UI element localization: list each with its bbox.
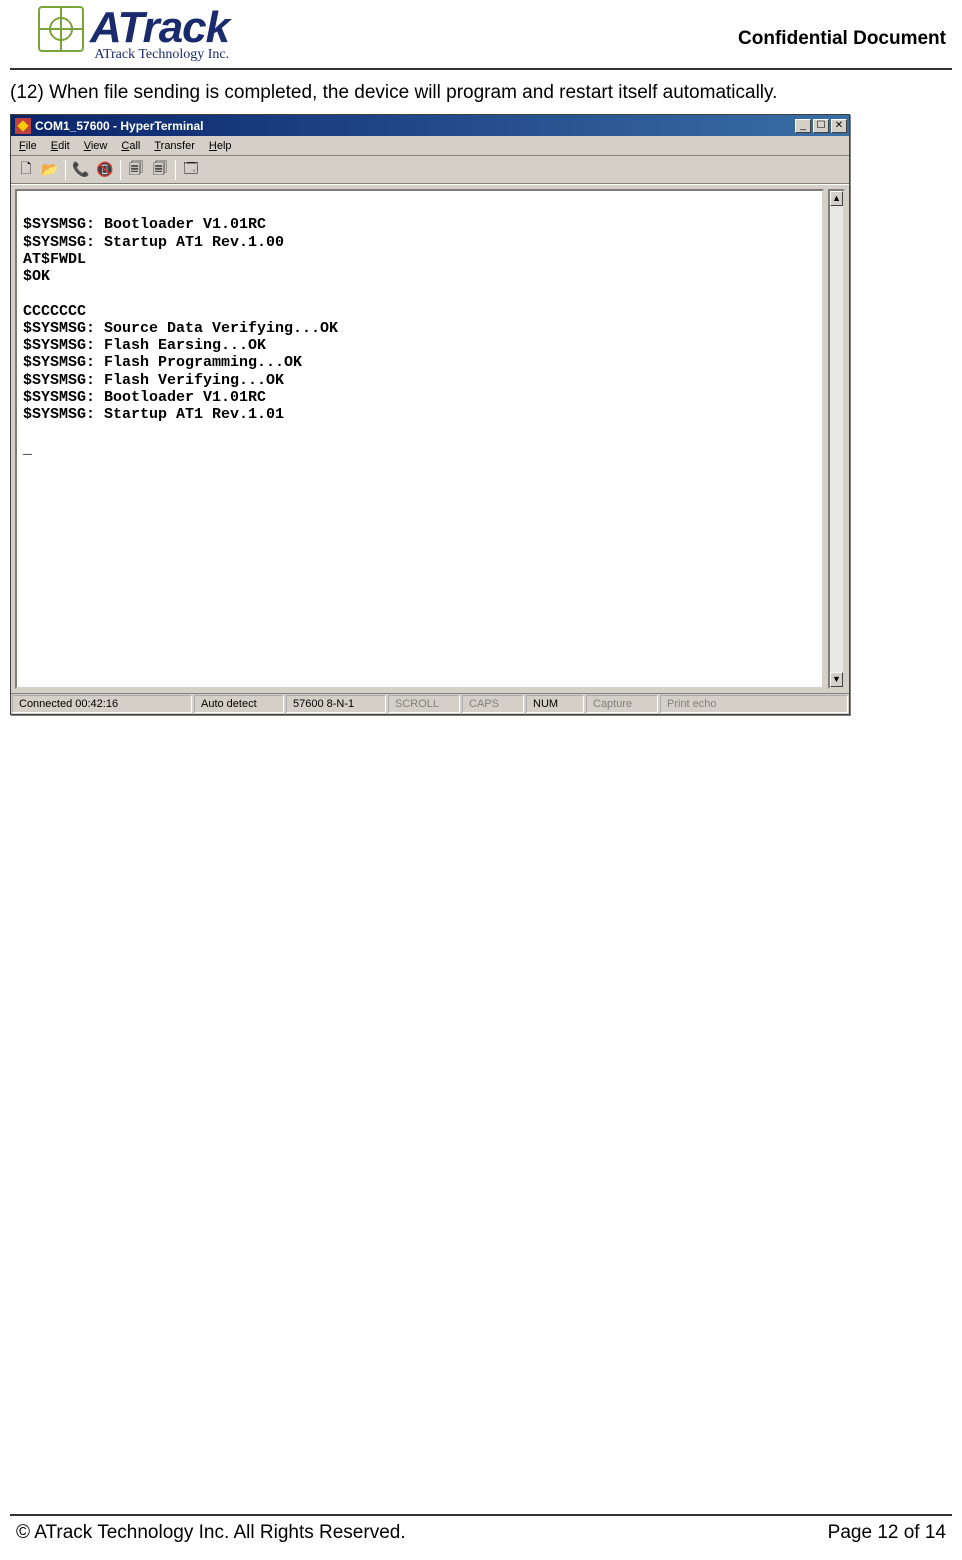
menu-help[interactable]: Help (202, 138, 239, 154)
new-icon[interactable]: 🗋 (15, 159, 37, 181)
scroll-up-icon[interactable]: ▲ (830, 191, 843, 206)
minimize-button[interactable]: _ (795, 119, 811, 133)
logo-subtitle: ATrack Technology Inc. (90, 48, 229, 62)
doc-header: ATrack ATrack Technology Inc. Confidenti… (10, 6, 952, 70)
footer-page: Page 12 of 14 (828, 1522, 946, 1544)
close-button[interactable]: ✕ (831, 119, 847, 133)
confidential-label: Confidential Document (738, 28, 946, 50)
receive-icon[interactable]: 🗐 (149, 159, 171, 181)
vertical-scrollbar[interactable]: ▲ ▼ (828, 189, 845, 689)
hangup-icon[interactable]: 📵 (94, 159, 116, 181)
step-text: (12) When file sending is completed, the… (10, 82, 952, 104)
logo-text-stack: ATrack ATrack Technology Inc. (90, 6, 229, 62)
status-capture: Capture (586, 695, 658, 713)
toolbar-sep (175, 160, 176, 180)
logo-block: ATrack ATrack Technology Inc. (38, 6, 229, 62)
logo-word: ATrack (90, 6, 229, 50)
window-title: COM1_57600 - HyperTerminal (35, 119, 795, 133)
send-icon[interactable]: 🗐 (125, 159, 147, 181)
menu-transfer[interactable]: Transfer (147, 138, 202, 154)
menu-edit[interactable]: Edit (44, 138, 77, 154)
menu-view[interactable]: View (77, 138, 115, 154)
open-icon[interactable]: 📂 (39, 159, 61, 181)
terminal-viewport[interactable]: $SYSMSG: Bootloader V1.01RC $SYSMSG: Sta… (15, 189, 824, 689)
status-scroll: SCROLL (388, 695, 460, 713)
call-icon[interactable]: 📞 (70, 159, 92, 181)
toolbar-sep (120, 160, 121, 180)
maximize-button[interactable]: ☐ (813, 119, 829, 133)
status-caps: CAPS (462, 695, 524, 713)
status-num: NUM (526, 695, 584, 713)
toolbar-sep (65, 160, 66, 180)
menu-call[interactable]: Call (114, 138, 147, 154)
doc-body: (12) When file sending is completed, the… (10, 70, 952, 715)
terminal-area: $SYSMSG: Bootloader V1.01RC $SYSMSG: Sta… (11, 184, 849, 693)
hyperterminal-window: COM1_57600 - HyperTerminal _ ☐ ✕ File Ed… (10, 114, 850, 715)
status-auto: Auto detect (194, 695, 284, 713)
titlebar[interactable]: COM1_57600 - HyperTerminal _ ☐ ✕ (11, 115, 849, 136)
doc-footer: © ATrack Technology Inc. All Rights Rese… (10, 1514, 952, 1544)
scroll-track[interactable] (830, 206, 843, 672)
status-baud: 57600 8-N-1 (286, 695, 386, 713)
window-buttons: _ ☐ ✕ (795, 119, 847, 133)
statusbar: Connected 00:42:16 Auto detect 57600 8-N… (11, 693, 849, 714)
properties-icon[interactable]: 🗔 (180, 159, 202, 181)
terminal-output: $SYSMSG: Bootloader V1.01RC $SYSMSG: Sta… (23, 199, 816, 458)
toolbar: 🗋 📂 📞 📵 🗐 🗐 🗔 (11, 156, 849, 184)
status-connected: Connected 00:42:16 (12, 695, 192, 713)
footer-copyright: © ATrack Technology Inc. All Rights Rese… (16, 1522, 406, 1544)
status-print: Print echo (660, 695, 848, 713)
scroll-down-icon[interactable]: ▼ (830, 672, 843, 687)
menubar: File Edit View Call Transfer Help (11, 136, 849, 156)
app-icon (15, 118, 31, 134)
logo-icon (38, 6, 84, 52)
menu-file[interactable]: File (12, 138, 44, 154)
